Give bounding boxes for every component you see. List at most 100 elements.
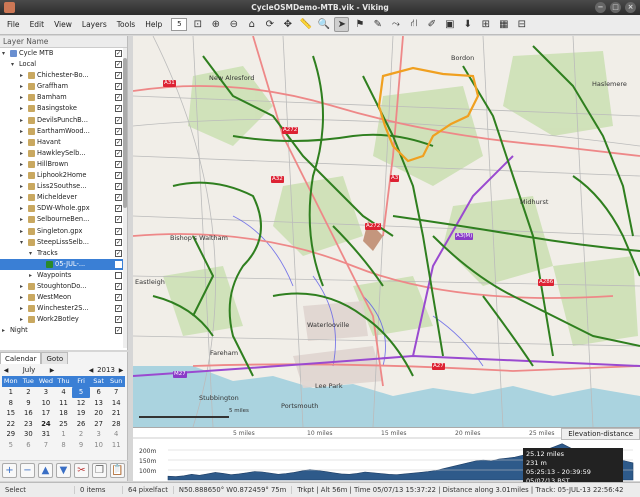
layer-row[interactable]: ▾ Cycle MTB ✓ bbox=[0, 48, 127, 59]
map-viewport[interactable]: New Alresford Bordon Haslemere Bishop's … bbox=[133, 36, 640, 427]
calendar-day[interactable]: 24 bbox=[37, 419, 55, 430]
layer-row[interactable]: ▸ Chichester-Bo... ✓ bbox=[0, 70, 127, 81]
expander-right-icon[interactable]: ▸ bbox=[20, 137, 23, 148]
expander-right-icon[interactable]: ▸ bbox=[20, 303, 23, 314]
calendar-day[interactable]: 20 bbox=[90, 408, 108, 419]
dem-download-icon[interactable]: ▦ bbox=[496, 17, 511, 32]
layer-row[interactable]: ▸ Winchester2S... ✓ bbox=[0, 303, 127, 314]
georef-icon[interactable]: ⊞ bbox=[478, 17, 493, 32]
calendar-day[interactable]: 7 bbox=[37, 440, 55, 451]
visibility-checkbox[interactable]: ✓ bbox=[115, 50, 122, 57]
calendar-day[interactable]: 6 bbox=[90, 387, 108, 398]
visibility-checkbox[interactable]: ✓ bbox=[115, 183, 122, 191]
visibility-checkbox[interactable]: ✓ bbox=[115, 72, 122, 80]
next-year-icon[interactable]: ▶ bbox=[117, 367, 125, 374]
menu-edit[interactable]: Edit bbox=[25, 15, 50, 35]
calendar-day[interactable]: 16 bbox=[20, 408, 38, 419]
calendar-day[interactable]: 11 bbox=[55, 398, 73, 409]
visibility-checkbox[interactable]: ✓ bbox=[115, 327, 122, 335]
layer-row[interactable]: ▸ DevilsPunchB... ✓ bbox=[0, 115, 127, 126]
calendar-day[interactable]: 22 bbox=[2, 419, 20, 430]
expander-right-icon[interactable]: ▸ bbox=[20, 126, 23, 137]
visibility-checkbox[interactable]: ✓ bbox=[115, 238, 122, 246]
expander-right-icon[interactable]: ▸ bbox=[20, 81, 23, 92]
map-canvas[interactable] bbox=[133, 36, 640, 427]
calendar-day[interactable]: 17 bbox=[37, 408, 55, 419]
layer-row[interactable]: ▸ Waypoints bbox=[0, 270, 127, 281]
calendar-day[interactable]: 1 bbox=[55, 429, 73, 440]
prev-month-icon[interactable]: ◀ bbox=[2, 367, 10, 374]
expander-right-icon[interactable]: ▸ bbox=[20, 115, 23, 126]
layer-row[interactable]: ▸ Night ✓ bbox=[0, 325, 127, 336]
visibility-checkbox[interactable]: ✓ bbox=[115, 83, 122, 91]
tab-goto[interactable]: Goto bbox=[41, 352, 69, 364]
calendar-day[interactable]: 25 bbox=[55, 419, 73, 430]
expander-right-icon[interactable]: ▸ bbox=[20, 148, 23, 159]
expander-right-icon[interactable]: ▸ bbox=[20, 92, 23, 103]
calendar-day[interactable]: 10 bbox=[90, 440, 108, 451]
calendar-day[interactable]: 18 bbox=[55, 408, 73, 419]
calendar-day[interactable]: 11 bbox=[107, 440, 125, 451]
calendar-day[interactable]: 15 bbox=[2, 408, 20, 419]
expander-right-icon[interactable]: ▸ bbox=[20, 181, 23, 192]
calendar-day[interactable]: 2 bbox=[72, 429, 90, 440]
visibility-checkbox[interactable]: ✓ bbox=[115, 194, 122, 202]
layer-row[interactable]: ▸ HillBrown ✓ bbox=[0, 159, 127, 170]
visibility-checkbox[interactable]: ✓ bbox=[115, 205, 122, 213]
layer-row[interactable]: ▸ Basingstoke ✓ bbox=[0, 103, 127, 114]
home-icon[interactable]: ⌂ bbox=[244, 17, 259, 32]
zoom-tool-icon[interactable]: 🔍 bbox=[316, 17, 331, 32]
calendar-day[interactable]: 8 bbox=[55, 440, 73, 451]
expander-right-icon[interactable]: ▸ bbox=[20, 281, 23, 292]
download-maps-icon[interactable]: ⬇ bbox=[460, 17, 475, 32]
calendar-day[interactable]: 8 bbox=[2, 398, 20, 409]
visibility-checkbox[interactable]: ✓ bbox=[115, 116, 122, 124]
calendar-day[interactable]: 10 bbox=[37, 398, 55, 409]
zoom-level-select[interactable]: 5 bbox=[171, 18, 188, 31]
layer-row[interactable]: ▸ Work2Botley ✓ bbox=[0, 314, 127, 325]
calendar-day[interactable]: 12 bbox=[72, 398, 90, 409]
route-finder-icon[interactable]: ⛙ bbox=[406, 17, 421, 32]
expander-down-icon[interactable]: ▾ bbox=[29, 248, 32, 259]
calendar-day[interactable]: 30 bbox=[20, 429, 38, 440]
expander-right-icon[interactable]: ▸ bbox=[29, 270, 32, 281]
create-route-icon[interactable]: ⤳ bbox=[388, 17, 403, 32]
calendar-day[interactable]: 3 bbox=[37, 387, 55, 398]
layer-row[interactable]: ▾ Tracks ✓ bbox=[0, 248, 127, 259]
elevation-tab[interactable]: Elevation-distance bbox=[561, 428, 640, 440]
maximize-icon[interactable]: □ bbox=[610, 2, 621, 13]
expander-down-icon[interactable]: ▾ bbox=[11, 59, 14, 70]
visibility-checkbox[interactable]: ✓ bbox=[115, 105, 122, 113]
menu-layers[interactable]: Layers bbox=[77, 15, 112, 35]
split-view-icon[interactable]: ⊟ bbox=[514, 17, 529, 32]
layer-row[interactable]: ▸ EarthamWood... ✓ bbox=[0, 126, 127, 137]
calendar-day[interactable]: 19 bbox=[72, 408, 90, 419]
expander-right-icon[interactable]: ▸ bbox=[20, 203, 23, 214]
layer-row[interactable]: ▸ SelbourneBen... ✓ bbox=[0, 214, 127, 225]
calendar-day[interactable]: 26 bbox=[72, 419, 90, 430]
calendar-day[interactable]: 31 bbox=[37, 429, 55, 440]
paste-icon[interactable]: 📋 bbox=[110, 463, 125, 478]
layer-row[interactable]: ▸ SDW-Whole.gpx ✓ bbox=[0, 203, 127, 214]
calendar-day[interactable]: 2 bbox=[20, 387, 38, 398]
visibility-checkbox[interactable] bbox=[115, 271, 122, 279]
visibility-checkbox[interactable]: ✓ bbox=[115, 216, 122, 224]
visibility-checkbox[interactable]: ✓ bbox=[115, 294, 122, 302]
menu-view[interactable]: View bbox=[49, 15, 77, 35]
calendar-day[interactable]: 7 bbox=[107, 387, 125, 398]
calendar-day[interactable]: 9 bbox=[20, 398, 38, 409]
close-icon[interactable]: × bbox=[625, 2, 636, 13]
calendar-day[interactable]: 9 bbox=[72, 440, 90, 451]
layer-row[interactable]: ▸ Micheldever ✓ bbox=[0, 192, 127, 203]
expander-right-icon[interactable]: ▸ bbox=[20, 214, 23, 225]
show-picture-icon[interactable]: ▣ bbox=[442, 17, 457, 32]
calendar-day[interactable]: 5 bbox=[72, 387, 90, 398]
zoom-out-icon[interactable]: ⊖ bbox=[226, 17, 241, 32]
next-month-icon[interactable]: ▶ bbox=[48, 367, 56, 374]
layer-row[interactable]: ▸ Liss2Southse... ✓ bbox=[0, 181, 127, 192]
expander-right-icon[interactable]: ▸ bbox=[20, 170, 23, 181]
minimize-icon[interactable]: − bbox=[595, 2, 606, 13]
visibility-checkbox[interactable]: ✓ bbox=[115, 138, 122, 146]
move-up-icon[interactable]: ▲ bbox=[38, 463, 53, 478]
visibility-checkbox[interactable]: ✓ bbox=[115, 127, 122, 135]
